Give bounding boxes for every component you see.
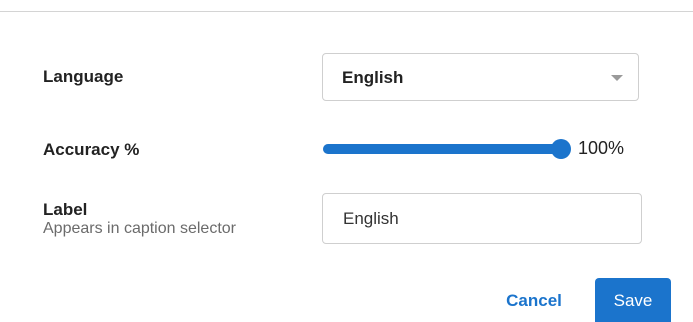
caption-settings-panel: Language English Accuracy % 100% Label A… [0, 0, 693, 322]
chevron-down-icon [611, 75, 623, 81]
language-label: Language [43, 67, 124, 86]
accuracy-slider[interactable] [323, 139, 571, 159]
accuracy-label: Accuracy % [43, 140, 140, 159]
caption-label-helper: Appears in caption selector [43, 220, 236, 237]
caption-label-input[interactable] [322, 193, 642, 244]
accuracy-value: 100% [578, 138, 625, 158]
cancel-button[interactable]: Cancel [490, 278, 578, 322]
language-select-value: English [342, 68, 404, 87]
language-select[interactable]: English [322, 53, 639, 101]
caption-label-label: Label [43, 200, 88, 219]
slider-thumb[interactable] [551, 139, 571, 159]
slider-fill [323, 144, 561, 154]
top-divider [0, 11, 693, 12]
save-button[interactable]: Save [595, 278, 671, 322]
